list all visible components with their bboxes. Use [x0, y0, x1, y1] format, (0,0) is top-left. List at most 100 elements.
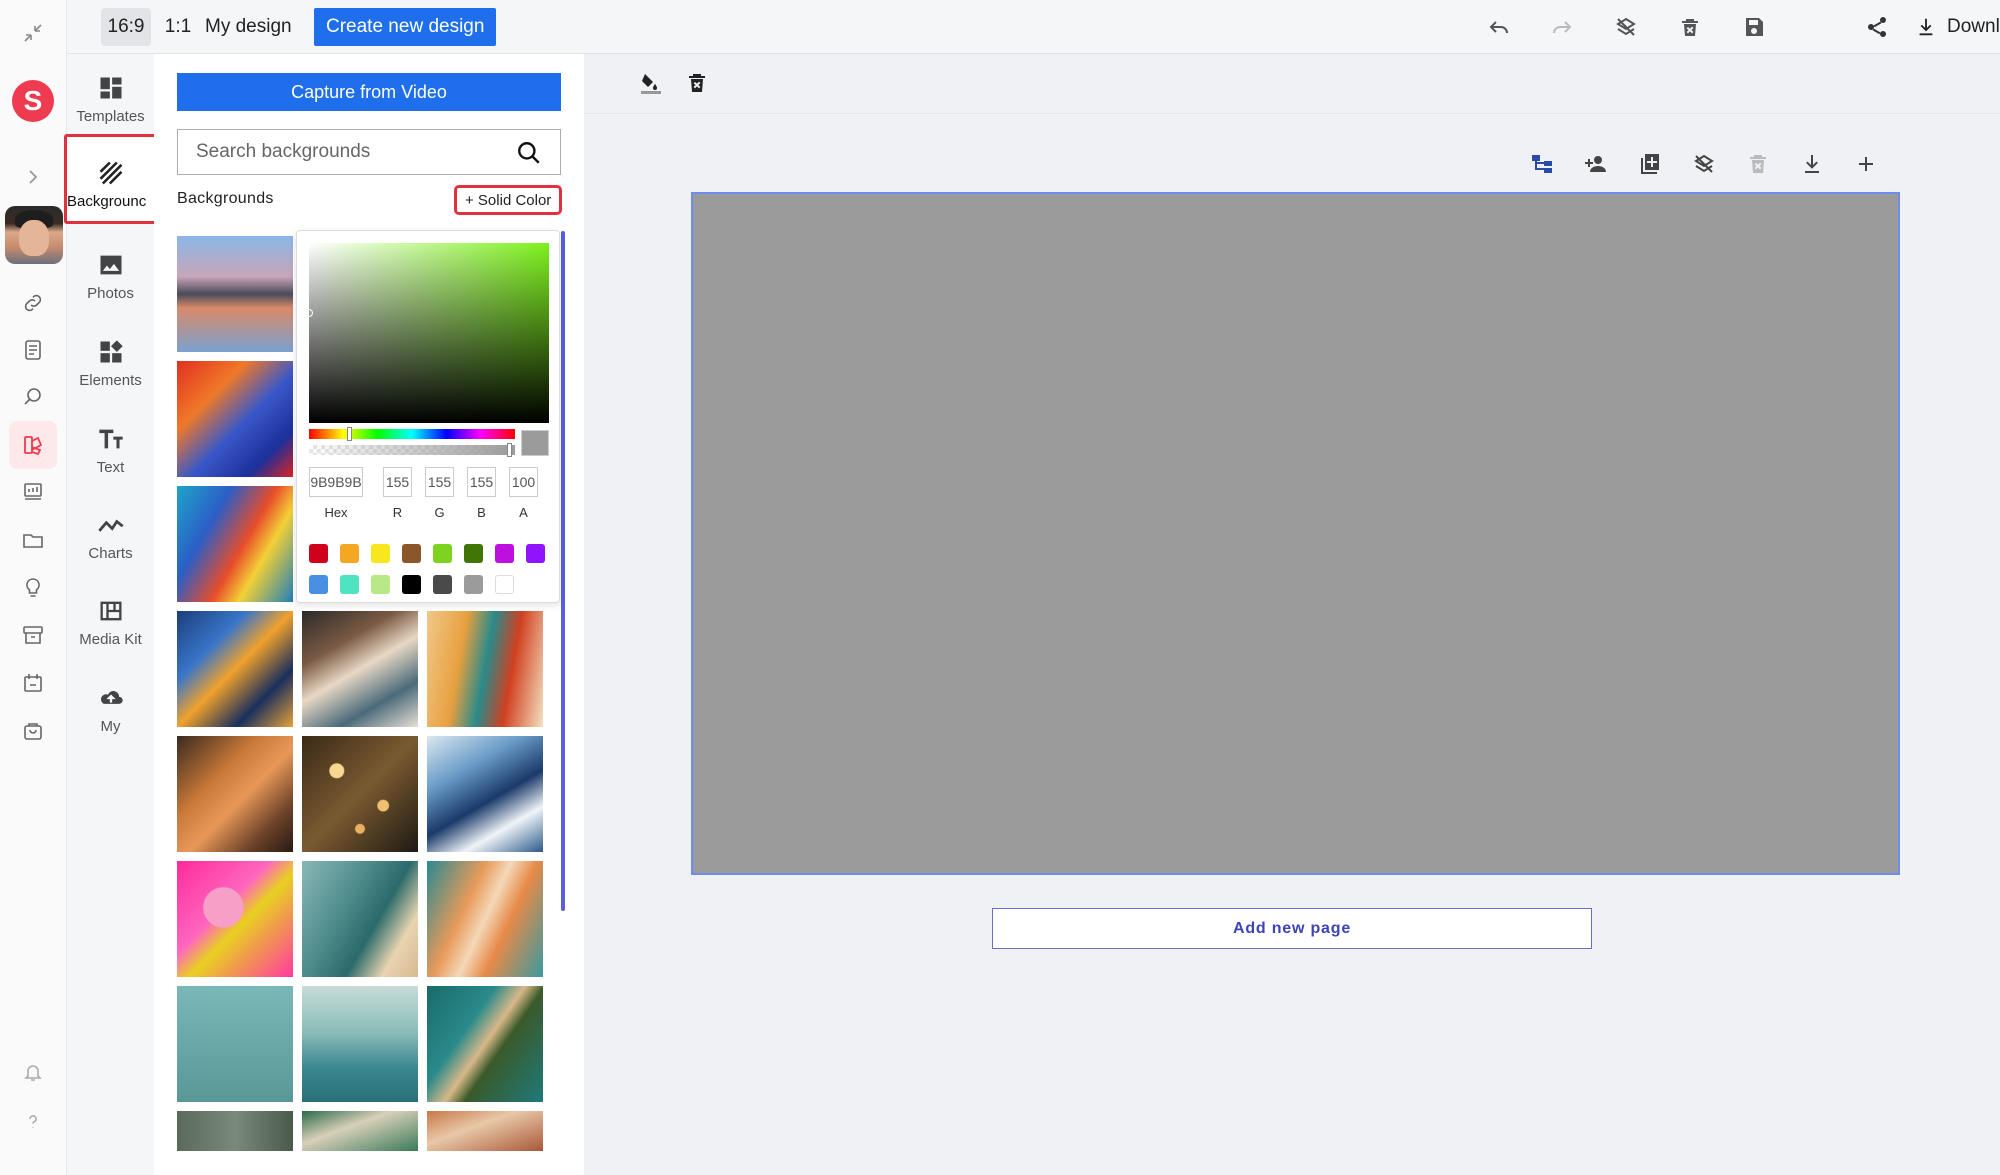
- saturation-handle[interactable]: [305, 309, 313, 317]
- background-thumbnail[interactable]: [427, 986, 543, 1102]
- color-swatch[interactable]: [402, 544, 421, 563]
- color-swatch[interactable]: [340, 544, 359, 563]
- background-thumbnail[interactable]: [302, 986, 418, 1102]
- background-thumbnail[interactable]: [177, 736, 293, 852]
- lightbulb-icon[interactable]: [18, 573, 48, 603]
- hide-layers-icon[interactable]: [1611, 12, 1641, 42]
- background-thumbnail[interactable]: [427, 861, 543, 977]
- alpha-handle[interactable]: [507, 443, 512, 457]
- photo-icon: [100, 255, 121, 275]
- background-thumbnail[interactable]: [427, 736, 543, 852]
- background-thumbnail[interactable]: [177, 1111, 293, 1151]
- duplicate-page-icon[interactable]: [1636, 150, 1664, 178]
- tool-my-uploads[interactable]: My: [67, 674, 154, 754]
- search-backgrounds-field: [177, 129, 561, 175]
- calendar-icon[interactable]: [18, 668, 48, 698]
- color-swatch[interactable]: [309, 544, 328, 563]
- add-page-icon[interactable]: [1852, 150, 1880, 178]
- shopping-bag-icon[interactable]: [18, 716, 48, 746]
- tool-media-kit[interactable]: Media Kit: [67, 587, 154, 667]
- expand-chevron-icon[interactable]: [18, 162, 48, 192]
- folder-icon[interactable]: [18, 525, 48, 555]
- color-swatch[interactable]: [309, 575, 328, 594]
- notification-bell-icon[interactable]: [18, 1057, 48, 1087]
- background-thumbnail[interactable]: [177, 361, 293, 477]
- tool-label: My: [100, 718, 121, 735]
- tool-photos[interactable]: Photos: [67, 241, 154, 321]
- tool-charts[interactable]: Charts: [67, 501, 154, 581]
- color-swatch[interactable]: [495, 575, 514, 594]
- tool-label: Elements: [79, 372, 142, 389]
- color-swatch[interactable]: [371, 575, 390, 594]
- panel-scrollbar[interactable]: [561, 231, 565, 911]
- alpha-input[interactable]: 100: [509, 467, 538, 497]
- color-swatch[interactable]: [526, 544, 545, 563]
- hide-page-icon[interactable]: [1690, 150, 1718, 178]
- tool-label: Backgrounc: [67, 193, 147, 210]
- document-icon[interactable]: [18, 335, 48, 365]
- hex-input[interactable]: 9B9B9B: [309, 467, 363, 497]
- share-icon[interactable]: [1862, 12, 1892, 42]
- tool-elements[interactable]: Elements: [67, 328, 154, 408]
- color-swatch[interactable]: [433, 575, 452, 594]
- save-icon[interactable]: [1739, 12, 1769, 42]
- background-thumbnail[interactable]: [177, 611, 293, 727]
- background-thumbnail[interactable]: [302, 1111, 418, 1151]
- background-thumbnail[interactable]: [302, 861, 418, 977]
- color-swatch[interactable]: [402, 575, 421, 594]
- ratio-16-9-button[interactable]: 16:9: [101, 8, 151, 46]
- download-button[interactable]: Download: [1915, 10, 2000, 44]
- tool-text[interactable]: Text: [67, 415, 154, 495]
- background-thumbnail[interactable]: [177, 486, 293, 602]
- background-thumbnail[interactable]: [302, 736, 418, 852]
- delete-page-icon[interactable]: [1744, 150, 1772, 178]
- help-icon[interactable]: [18, 1107, 48, 1137]
- add-new-page-button[interactable]: Add new page: [992, 908, 1592, 949]
- background-thumbnail[interactable]: [177, 986, 293, 1102]
- background-thumbnail[interactable]: [427, 611, 543, 727]
- archive-icon[interactable]: [18, 620, 48, 650]
- link-icon[interactable]: [18, 288, 48, 318]
- layers-tree-icon[interactable]: [1528, 150, 1556, 178]
- capture-from-video-button[interactable]: Capture from Video: [177, 73, 561, 111]
- design-canvas[interactable]: [691, 192, 1900, 875]
- red-input[interactable]: 155: [383, 467, 412, 497]
- delete-icon[interactable]: [1675, 12, 1705, 42]
- solid-color-button[interactable]: + Solid Color: [454, 185, 563, 215]
- green-input[interactable]: 155: [425, 467, 454, 497]
- color-swatch[interactable]: [371, 544, 390, 563]
- search-icon[interactable]: [516, 140, 542, 166]
- hue-slider[interactable]: [309, 429, 515, 439]
- redo-icon[interactable]: [1547, 12, 1577, 42]
- blue-input[interactable]: 155: [467, 467, 496, 497]
- color-swatch[interactable]: [495, 544, 514, 563]
- presentation-icon[interactable]: [18, 477, 48, 507]
- color-swatch[interactable]: [433, 544, 452, 563]
- create-new-design-button[interactable]: Create new design: [314, 8, 497, 46]
- add-person-icon[interactable]: [1582, 150, 1610, 178]
- saturation-area[interactable]: [309, 243, 549, 423]
- search-icon[interactable]: [18, 382, 48, 412]
- color-swatch[interactable]: [464, 575, 483, 594]
- background-thumbnail[interactable]: [427, 1111, 543, 1151]
- avatar[interactable]: [5, 206, 63, 264]
- brand-logo[interactable]: S: [12, 80, 54, 122]
- collapse-icon[interactable]: [18, 18, 48, 48]
- fill-color-icon[interactable]: [637, 69, 665, 97]
- hue-handle[interactable]: [347, 427, 352, 441]
- ratio-1-1-button[interactable]: 1:1: [163, 8, 193, 46]
- search-input[interactable]: [178, 141, 498, 163]
- tool-backgrounds[interactable]: Backgrounc: [64, 134, 158, 224]
- my-design-link[interactable]: My design: [205, 8, 292, 46]
- color-swatch[interactable]: [464, 544, 483, 563]
- undo-icon[interactable]: [1484, 12, 1514, 42]
- alpha-slider[interactable]: [309, 445, 515, 455]
- background-thumbnail[interactable]: [177, 861, 293, 977]
- tool-templates[interactable]: Templates: [67, 64, 154, 144]
- delete-background-icon[interactable]: [683, 69, 711, 97]
- download-page-icon[interactable]: [1798, 150, 1826, 178]
- background-thumbnail[interactable]: [302, 611, 418, 727]
- color-swatch[interactable]: [340, 575, 359, 594]
- background-thumbnail[interactable]: [177, 236, 293, 352]
- design-icon[interactable]: [18, 430, 48, 460]
